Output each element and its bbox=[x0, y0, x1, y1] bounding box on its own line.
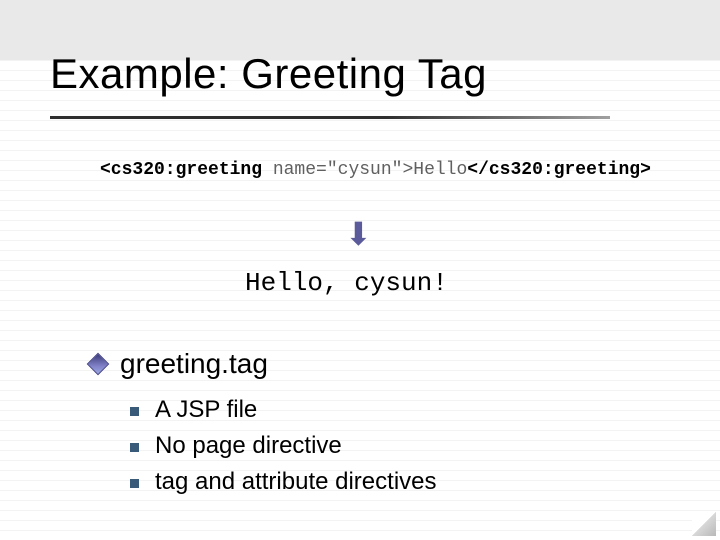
sub-bullet: tag and attribute directives bbox=[130, 468, 437, 496]
code-close-tag: </cs320:greeting> bbox=[467, 160, 651, 180]
title-underline bbox=[50, 116, 610, 119]
sub-bullet-label: A JSP file bbox=[155, 396, 257, 424]
slide-title: Example: Greeting Tag bbox=[50, 50, 487, 98]
code-open-tag: <cs320:greeting bbox=[100, 160, 262, 180]
code-example: <cs320:greeting name="cysun">Hello</cs32… bbox=[100, 160, 651, 180]
code-attr: name="cysun"> bbox=[262, 160, 413, 180]
square-bullet-icon bbox=[130, 479, 139, 488]
square-bullet-icon bbox=[130, 407, 139, 416]
square-bullet-icon bbox=[130, 443, 139, 452]
sub-bullet: No page directive bbox=[130, 432, 342, 460]
code-inner: Hello bbox=[413, 160, 467, 180]
slide: Example: Greeting Tag <cs320:greeting na… bbox=[0, 0, 720, 540]
sub-bullet-label: tag and attribute directives bbox=[155, 468, 437, 496]
main-bullet-label: greeting.tag bbox=[120, 348, 268, 380]
diamond-bullet-icon bbox=[87, 353, 110, 376]
down-arrow-icon: ⬇ bbox=[345, 215, 372, 253]
sub-bullet: A JSP file bbox=[130, 396, 257, 424]
sub-bullet-label: No page directive bbox=[155, 432, 342, 460]
output-text: Hello, cysun! bbox=[245, 268, 448, 298]
main-bullet: greeting.tag bbox=[90, 348, 268, 380]
page-corner-icon bbox=[692, 512, 716, 536]
